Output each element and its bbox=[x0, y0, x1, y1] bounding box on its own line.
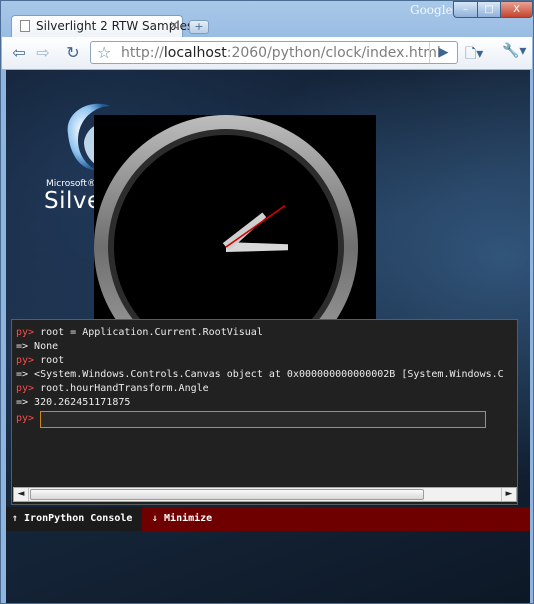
url-host: localhost bbox=[163, 45, 227, 61]
url-text[interactable]: http://localhost:2060/python/clock/index… bbox=[121, 45, 441, 61]
scroll-right-icon[interactable]: ► bbox=[501, 488, 516, 501]
window-maximize-button[interactable]: □ bbox=[477, 1, 501, 18]
go-icon[interactable]: ▶ bbox=[429, 42, 457, 63]
tab-close-icon[interactable]: × bbox=[169, 18, 179, 32]
browser-tab[interactable]: Silverlight 2 RTW Samples... × bbox=[11, 15, 205, 37]
reload-icon[interactable]: ↻ bbox=[62, 42, 84, 64]
console-line-2: => None bbox=[16, 341, 59, 352]
console-input[interactable] bbox=[40, 411, 486, 428]
address-bar[interactable]: ☆ http://localhost:2060/python/clock/ind… bbox=[90, 41, 458, 64]
window-minimize-button[interactable]: – bbox=[453, 1, 478, 18]
new-tab-button[interactable]: + bbox=[189, 20, 209, 34]
ironpython-console[interactable]: py> root = Application.Current.RootVisua… bbox=[11, 319, 518, 505]
console-line-5: py> root.hourHandTransform.Angle bbox=[16, 383, 209, 394]
window-close-button[interactable]: X bbox=[500, 1, 533, 18]
star-icon[interactable]: ☆ bbox=[97, 43, 111, 62]
scroll-left-icon[interactable]: ◄ bbox=[14, 488, 29, 501]
ironpython-console-tab[interactable]: ⇑ IronPython Console bbox=[6, 507, 142, 531]
wrench-icon[interactable]: 🔧▾ bbox=[502, 43, 526, 59]
back-arrow-icon[interactable]: ⇦ bbox=[8, 42, 30, 64]
console-line-3: py> root bbox=[16, 355, 65, 366]
console-bar: ⇑ IronPython Console ⇓ Minimize bbox=[6, 507, 530, 531]
console-line-7: py> bbox=[16, 413, 35, 424]
minimize-button[interactable]: ⇓ Minimize bbox=[152, 513, 212, 524]
page-menu-icon[interactable]: 🗋▾ bbox=[465, 43, 483, 67]
page-icon bbox=[20, 20, 30, 32]
brand-label: Google bbox=[410, 3, 453, 17]
console-line-6: => 320.262451171875 bbox=[16, 397, 131, 408]
console-line-1: py> root = Application.Current.RootVisua… bbox=[16, 327, 263, 338]
forward-arrow-icon[interactable]: ⇨ bbox=[32, 42, 54, 64]
scrollbar-thumb[interactable] bbox=[30, 489, 424, 500]
console-line-4: => <System.Windows.Controls.Canvas objec… bbox=[16, 369, 504, 380]
horizontal-scrollbar[interactable]: ◄ ► bbox=[13, 487, 517, 502]
console-tab-label: ⇑ IronPython Console bbox=[12, 513, 133, 524]
browser-window: Google – □ X Silverlight 2 RTW Samples..… bbox=[0, 0, 534, 604]
browser-toolbar: ⇦ ⇨ ↻ ☆ http://localhost:2060/python/clo… bbox=[2, 37, 532, 70]
tab-title: Silverlight 2 RTW Samples... bbox=[36, 19, 205, 33]
silverlight-label: Silve bbox=[44, 188, 102, 214]
